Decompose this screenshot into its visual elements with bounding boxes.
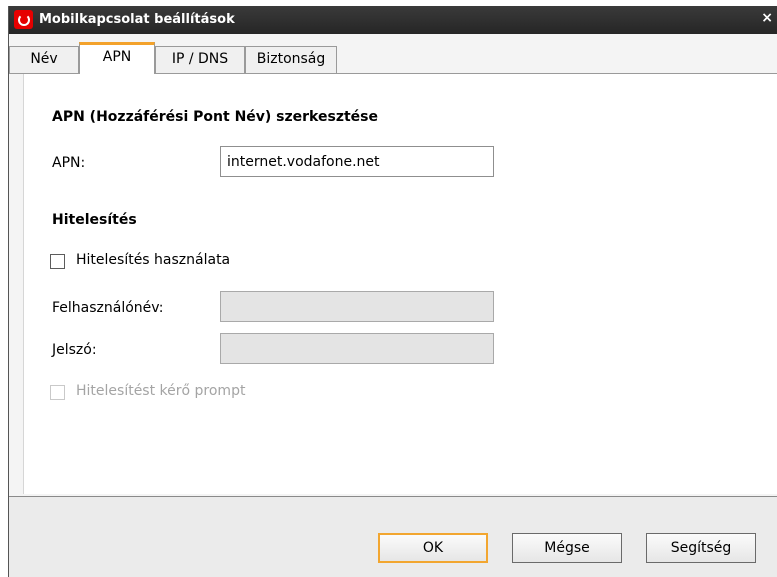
tab-apn[interactable]: APN (79, 42, 155, 74)
window-title: Mobilkapcsolat beállítások (39, 12, 235, 27)
apn-input[interactable] (220, 146, 494, 177)
auth-prompt-label: Hitelesítést kérő prompt (76, 383, 246, 399)
password-label: Jelszó: (52, 342, 97, 358)
ok-button[interactable]: OK (378, 533, 488, 563)
use-auth-checkbox[interactable] (50, 254, 65, 269)
username-label: Felhasználónév: (52, 300, 164, 316)
button-bar: OK Mégse Segítség (9, 497, 777, 577)
apn-section-heading: APN (Hozzáférési Pont Név) szerkesztése (52, 109, 378, 125)
password-field[interactable] (220, 333, 494, 364)
tab-ip-dns[interactable]: IP / DNS (155, 46, 245, 73)
tab-name[interactable]: Név (9, 46, 79, 73)
tab-bar: Név APN IP / DNS Biztonság (9, 42, 777, 74)
apn-label: APN: (52, 155, 86, 171)
cancel-button[interactable]: Mégse (512, 533, 622, 563)
username-field[interactable] (220, 291, 494, 322)
use-auth-label[interactable]: Hitelesítés használata (76, 252, 230, 268)
apn-panel: APN (Hozzáférési Pont Név) szerkesztése … (23, 74, 777, 494)
title-bar[interactable]: Mobilkapcsolat beállítások × (9, 6, 777, 34)
settings-dialog: Mobilkapcsolat beállítások × Név APN IP … (8, 6, 777, 577)
auth-section-heading: Hitelesítés (52, 212, 137, 228)
vodafone-logo-icon (14, 10, 33, 29)
tab-security[interactable]: Biztonság (245, 46, 337, 73)
help-button[interactable]: Segítség (646, 533, 756, 563)
close-icon[interactable]: × (761, 10, 773, 26)
auth-prompt-checkbox[interactable] (50, 385, 65, 400)
